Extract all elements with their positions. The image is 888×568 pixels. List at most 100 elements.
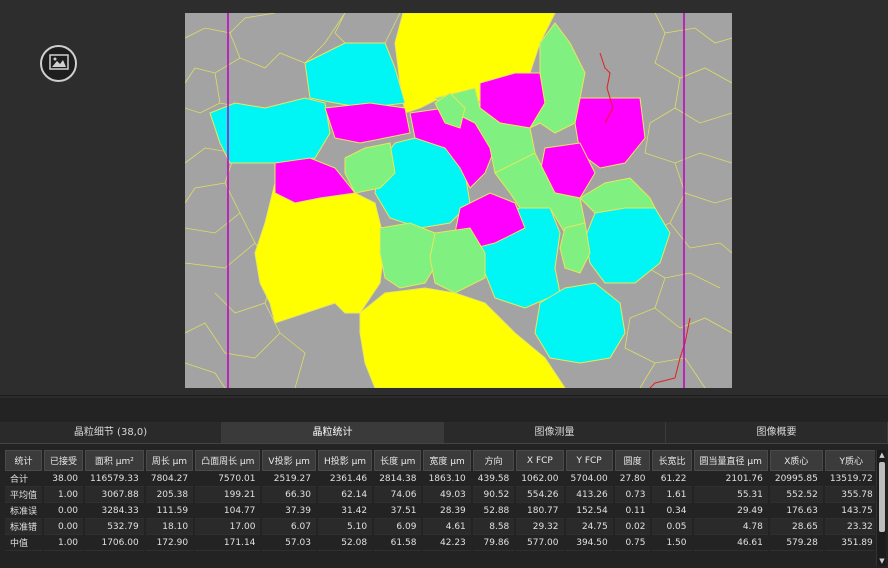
table-cell: 1.50 — [652, 535, 692, 551]
row-label: 合计 — [5, 471, 43, 487]
column-header[interactable]: 长度 μm — [374, 450, 422, 471]
table-cell: 577.00 — [516, 535, 564, 551]
column-header[interactable]: 面积 μm² — [85, 450, 144, 471]
panel-tabs: 晶粒细节 (38,0) 晶粒统计 图像测量 图像概要 — [0, 422, 888, 444]
table-cell: 554.26 — [516, 487, 564, 503]
table-cell: 0.00 — [44, 519, 84, 535]
table-cell: 1.61 — [652, 487, 692, 503]
table-cell: 172.90 — [145, 535, 194, 551]
table-cell: 90.52 — [472, 487, 515, 503]
table-cell: 52.88 — [472, 503, 515, 519]
table-cell: 1706.00 — [85, 535, 144, 551]
table-cell: 579.28 — [769, 535, 823, 551]
table-row[interactable]: 中值 1.00 1706.00 172.90 171.14 57.03 52.08 61.58… — [5, 535, 875, 551]
column-header[interactable]: 长宽比 — [652, 450, 692, 471]
table-cell: 37.39 — [262, 503, 316, 519]
column-header[interactable]: V投影 μm — [262, 450, 316, 471]
column-header[interactable]: 统计 — [5, 450, 43, 471]
table-cell: 6.09 — [374, 519, 422, 535]
table-cell: 13519.72 — [824, 471, 875, 487]
table-cell: 49.03 — [423, 487, 471, 503]
image-viewer — [0, 0, 888, 396]
grain-analysis-image[interactable] — [185, 13, 732, 388]
table-cell: 143.75 — [824, 503, 875, 519]
image-icon — [48, 53, 69, 74]
table-cell: 28.39 — [423, 503, 471, 519]
table-cell: 205.38 — [145, 487, 194, 503]
tab-grain-details[interactable]: 晶粒细节 (38,0) — [0, 422, 222, 443]
table-row[interactable]: 平均值 1.00 3067.88 205.38 199.21 66.30 62.14 74.0… — [5, 487, 875, 503]
vertical-scrollbar[interactable]: ▲ ▼ — [876, 450, 886, 566]
table-row[interactable]: 合计 38.00 116579.33 7804.27 7570.01 2519.27 236… — [5, 471, 875, 487]
row-label: 中值 — [5, 535, 43, 551]
table-row[interactable]: 标准错 0.00 532.79 18.10 17.00 6.07 5.10 6.09 4.61 8… — [5, 519, 875, 535]
table-cell: 46.61 — [693, 535, 768, 551]
table-cell: 351.89 — [824, 535, 875, 551]
column-header[interactable]: 已接受 — [44, 450, 84, 471]
scrollbar-thumb[interactable] — [879, 462, 885, 532]
table-cell: 111.59 — [145, 503, 194, 519]
table-cell: 66.30 — [262, 487, 316, 503]
table-header-row: 统计 已接受 面积 μm² 周长 μm 凸面周长 μm V投影 μm H投影 μm 长度 μm… — [5, 450, 875, 471]
grain-map — [185, 13, 732, 388]
column-header[interactable]: 宽度 μm — [423, 450, 471, 471]
column-header[interactable]: 周长 μm — [145, 450, 194, 471]
table-cell: 2101.76 — [693, 471, 768, 487]
table-cell: 5.10 — [317, 519, 373, 535]
table-cell: 0.75 — [614, 535, 651, 551]
table-row[interactable]: 标准误 0.00 3284.33 111.59 104.77 37.39 31.42 37.5… — [5, 503, 875, 519]
statistics-table-container[interactable]: 统计 已接受 面积 μm² 周长 μm 凸面周长 μm V投影 μm H投影 μm 长度 μm… — [3, 450, 875, 568]
statistics-table: 统计 已接受 面积 μm² 周长 μm 凸面周长 μm V投影 μm H投影 μm 长度 μm… — [3, 450, 875, 551]
column-header[interactable]: 凸面周长 μm — [195, 450, 261, 471]
tab-image-summary[interactable]: 图像概要 — [666, 422, 888, 443]
tab-image-measurement[interactable]: 图像测量 — [444, 422, 666, 443]
table-cell: 2814.38 — [374, 471, 422, 487]
table-cell: 2519.27 — [262, 471, 316, 487]
table-cell: 116579.33 — [85, 471, 144, 487]
table-cell: 28.65 — [769, 519, 823, 535]
table-cell: 62.14 — [317, 487, 373, 503]
table-cell: 0.11 — [614, 503, 651, 519]
table-cell: 23.32 — [824, 519, 875, 535]
image-toggle-button[interactable] — [40, 45, 77, 82]
table-cell: 180.77 — [516, 503, 564, 519]
table-cell: 29.49 — [693, 503, 768, 519]
table-cell: 37.51 — [374, 503, 422, 519]
table-cell: 5704.00 — [565, 471, 613, 487]
table-cell: 3284.33 — [85, 503, 144, 519]
table-cell: 4.61 — [423, 519, 471, 535]
table-cell: 8.58 — [472, 519, 515, 535]
column-header[interactable]: Y质心 — [824, 450, 875, 471]
column-header[interactable]: 圆当量直径 μm — [693, 450, 768, 471]
table-cell: 1.00 — [44, 487, 84, 503]
column-header[interactable]: H投影 μm — [317, 450, 373, 471]
table-cell: 394.50 — [565, 535, 613, 551]
tab-grain-statistics[interactable]: 晶粒统计 — [222, 422, 444, 443]
table-cell: 17.00 — [195, 519, 261, 535]
table-cell: 413.26 — [565, 487, 613, 503]
table-cell: 0.34 — [652, 503, 692, 519]
column-header[interactable]: 方向 — [472, 450, 515, 471]
table-cell: 532.79 — [85, 519, 144, 535]
table-cell: 74.06 — [374, 487, 422, 503]
table-cell: 1.00 — [44, 535, 84, 551]
column-header[interactable]: Y FCP — [565, 450, 613, 471]
scroll-down-icon[interactable]: ▼ — [878, 557, 886, 565]
table-cell: 52.08 — [317, 535, 373, 551]
table-cell: 104.77 — [195, 503, 261, 519]
table-cell: 171.14 — [195, 535, 261, 551]
column-header[interactable]: X FCP — [516, 450, 564, 471]
table-cell: 0.02 — [614, 519, 651, 535]
table-cell: 24.75 — [565, 519, 613, 535]
scroll-up-icon[interactable]: ▲ — [878, 451, 886, 459]
table-cell: 0.00 — [44, 503, 84, 519]
column-header[interactable]: 圆度 — [614, 450, 651, 471]
table-cell: 0.05 — [652, 519, 692, 535]
table-cell: 7804.27 — [145, 471, 194, 487]
table-cell: 55.31 — [693, 487, 768, 503]
table-cell: 61.22 — [652, 471, 692, 487]
table-cell: 38.00 — [44, 471, 84, 487]
column-header[interactable]: X质心 — [769, 450, 823, 471]
table-cell: 79.86 — [472, 535, 515, 551]
row-label: 标准误 — [5, 503, 43, 519]
